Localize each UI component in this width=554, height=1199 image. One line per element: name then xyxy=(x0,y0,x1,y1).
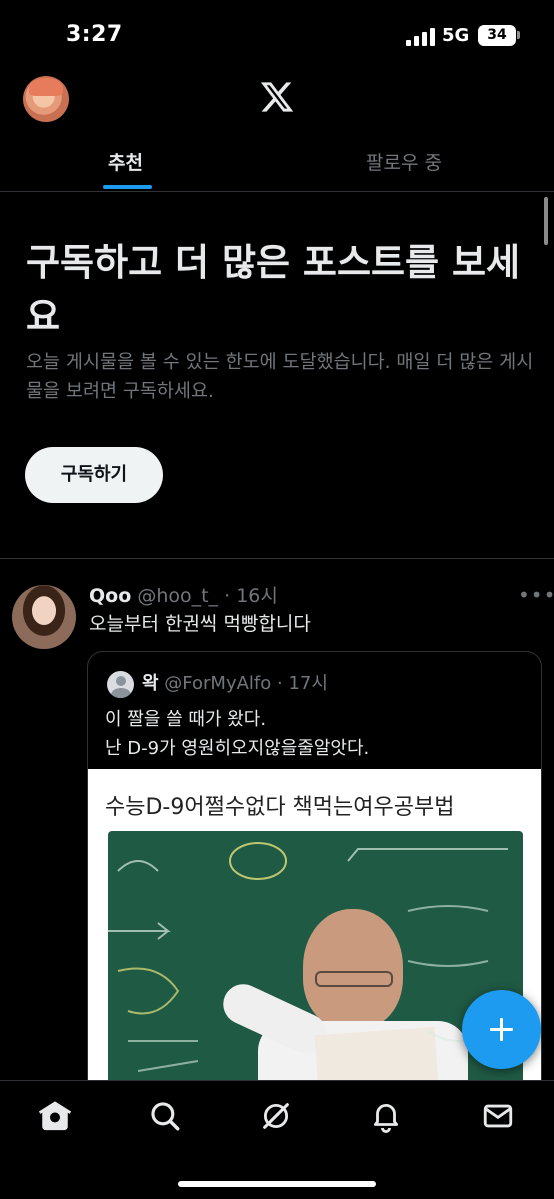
cellular-signal-icon xyxy=(406,28,436,46)
tweet-header: Qoo @hoo_t_ · 16시 xyxy=(89,581,278,608)
subscribe-title: 구독하고 더 많은 포스트를 보세요 xyxy=(26,241,521,338)
quoted-tweet-text: 이 짤을 쓸 때가 왔다. 난 D-9가 영원히오지않을줄알앗다. xyxy=(105,705,535,763)
quoted-text-line: 이 짤을 쓸 때가 왔다. xyxy=(105,709,267,730)
home-icon[interactable] xyxy=(38,1099,72,1133)
tweet-text: 오늘부터 한권씩 먹빵합니다 xyxy=(89,613,311,635)
quoted-media-image[interactable]: 수능D-9어쩔수없다 책먹는여우공부법 xyxy=(88,769,541,1120)
active-tab-indicator xyxy=(103,185,152,189)
tweet-author-name[interactable]: Qoo xyxy=(89,585,131,607)
mail-icon[interactable] xyxy=(481,1099,515,1133)
tweet-author-avatar[interactable] xyxy=(12,585,76,649)
tab-for-you[interactable]: 추천 xyxy=(108,148,143,175)
quoted-tweet-header: 왁 @ForMyAlfo · 17시 xyxy=(142,669,328,695)
timeline-tabs: 추천 팔로우 중 xyxy=(0,132,554,192)
quoted-separator: · xyxy=(271,673,289,694)
quoted-author-name: 왁 xyxy=(142,673,159,694)
media-caption: 수능D-9어쩔수없다 책먹는여우공부법 xyxy=(105,795,455,820)
quoted-time: 17시 xyxy=(288,673,328,694)
tweet-time[interactable]: 16시 xyxy=(236,585,278,607)
profile-avatar[interactable] xyxy=(23,76,69,122)
battery-icon: 34 xyxy=(478,25,516,46)
scrollbar[interactable] xyxy=(544,197,548,245)
chalk-scribbles xyxy=(108,842,508,1082)
status-time: 3:27 xyxy=(66,22,123,47)
subscribe-description: 오늘 게시물을 볼 수 있는 한도에 도달했습니다. 매일 더 많은 게시물을 … xyxy=(26,352,534,402)
quoted-author-handle: @ForMyAlfo xyxy=(164,673,272,694)
quoted-text-line: 난 D-9가 영원히오지않을줄알앗다. xyxy=(105,738,370,759)
subscribe-button[interactable]: 구독하기 xyxy=(25,447,163,503)
chalkboard-illustration xyxy=(108,831,523,1120)
battery-tip xyxy=(517,31,520,39)
x-logo-icon xyxy=(259,79,295,115)
network-type: 5G xyxy=(442,25,470,46)
battery-level: 34 xyxy=(487,27,507,43)
tweet-separator: · xyxy=(218,585,237,607)
home-indicator[interactable] xyxy=(178,1181,376,1187)
more-options-icon[interactable]: ••• xyxy=(518,583,554,607)
status-bar: 3:27 5G 34 xyxy=(0,0,554,72)
search-icon[interactable] xyxy=(148,1099,182,1133)
compose-button[interactable] xyxy=(462,990,541,1069)
divider xyxy=(0,558,554,559)
tab-following[interactable]: 팔로우 중 xyxy=(366,148,442,175)
grok-icon[interactable] xyxy=(259,1099,293,1133)
tweet-author-handle[interactable]: @hoo_t_ xyxy=(137,585,218,607)
bell-icon[interactable] xyxy=(369,1099,403,1133)
quoted-author-avatar xyxy=(107,671,134,698)
